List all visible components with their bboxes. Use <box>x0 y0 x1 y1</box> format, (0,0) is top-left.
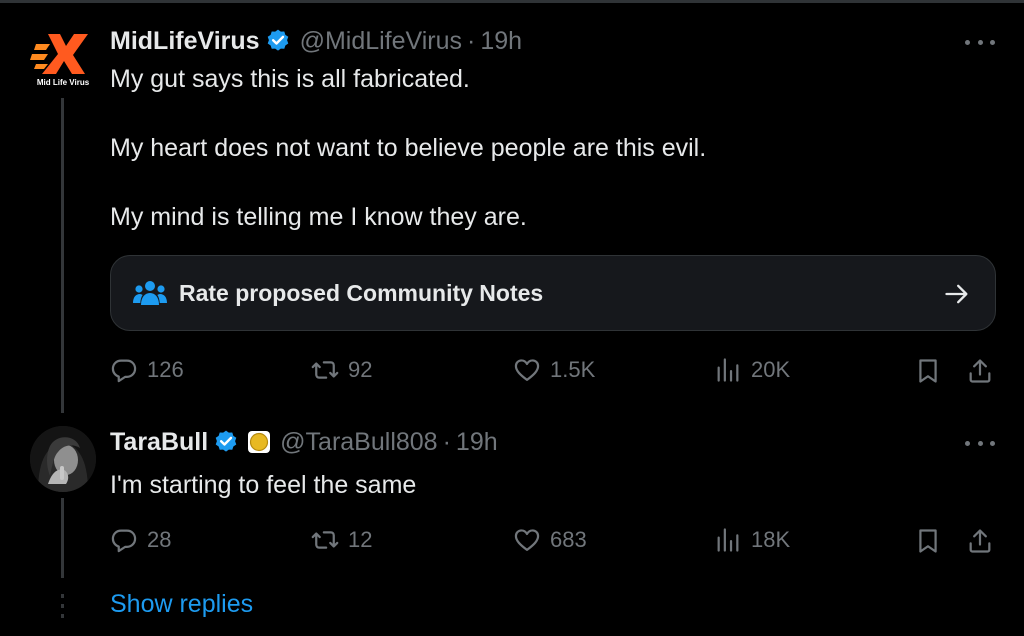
tweet-header: MidLifeVirus @MidLifeVirus · 19h <box>110 24 522 58</box>
thread-dot <box>61 594 64 598</box>
verified-badge-icon[interactable] <box>265 28 291 54</box>
community-notes-icon <box>133 281 167 305</box>
like-icon <box>514 359 540 382</box>
tweet-text-line: My heart does not want to believe people… <box>110 134 707 162</box>
avatar-logo-text: Mid Life Virus <box>37 78 90 87</box>
avatar-photo <box>30 426 96 492</box>
reply-button[interactable]: 28 <box>110 526 171 554</box>
thread-dot <box>61 614 64 618</box>
tweet-text-line: I'm starting to feel the same <box>110 471 417 499</box>
show-replies-link[interactable]: Show replies <box>110 590 253 619</box>
views-button[interactable]: 18K <box>714 526 790 554</box>
timestamp[interactable]: 19h <box>480 27 522 56</box>
repost-count: 92 <box>348 357 373 382</box>
affiliate-coin-icon[interactable] <box>247 430 271 454</box>
timestamp[interactable]: 19h <box>456 428 498 457</box>
reply-count: 28 <box>147 527 172 552</box>
repost-icon <box>311 531 339 549</box>
views-button[interactable]: 20K <box>714 356 790 384</box>
like-icon <box>514 529 540 552</box>
tweet-text-line: My gut says this is all fabricated. <box>110 65 470 93</box>
reply-icon <box>111 359 137 383</box>
repost-count: 12 <box>348 527 373 552</box>
tweet-text-line: My mind is telling me I know they are. <box>110 203 527 231</box>
separator: · <box>467 26 476 55</box>
views-icon <box>717 358 739 382</box>
views-icon <box>717 528 739 552</box>
top-divider <box>0 0 1024 3</box>
like-button[interactable]: 1.5K <box>513 356 595 384</box>
author-avatar[interactable]: Mid Life Virus <box>30 28 96 94</box>
bookmark-icon[interactable] <box>914 527 942 555</box>
author-handle[interactable]: @TaraBull808 <box>280 428 437 457</box>
midlifevirus-logo-icon: Mid Life Virus <box>30 34 90 87</box>
reply-count: 126 <box>147 357 184 382</box>
separator: · <box>442 427 451 456</box>
more-icon[interactable] <box>965 433 995 453</box>
like-count: 1.5K <box>550 357 596 382</box>
repost-icon <box>311 361 339 379</box>
repost-button[interactable]: 92 <box>311 356 372 384</box>
thread-dot <box>61 604 64 608</box>
verified-badge-icon[interactable] <box>213 429 239 455</box>
repost-button[interactable]: 12 <box>311 526 372 554</box>
author-name[interactable]: MidLifeVirus <box>110 27 260 56</box>
like-button[interactable]: 683 <box>513 526 587 554</box>
community-notes-button[interactable]: Rate proposed Community Notes <box>110 255 996 331</box>
thread-connector-line-2 <box>61 498 64 578</box>
reply-icon <box>111 529 137 553</box>
more-icon[interactable] <box>965 32 995 52</box>
share-icon[interactable] <box>966 527 994 555</box>
bookmark-icon[interactable] <box>914 357 942 385</box>
views-count: 18K <box>751 527 791 552</box>
views-count: 20K <box>751 357 791 382</box>
author-avatar[interactable] <box>30 426 96 492</box>
community-notes-label: Rate proposed Community Notes <box>179 279 544 306</box>
author-handle[interactable]: @MidLifeVirus <box>300 27 462 56</box>
share-icon[interactable] <box>966 357 994 385</box>
reply-button[interactable]: 126 <box>110 356 184 384</box>
arrow-right-icon <box>945 284 968 304</box>
thread-connector-line <box>61 98 64 413</box>
author-name[interactable]: TaraBull <box>110 428 208 457</box>
like-count: 683 <box>550 527 587 552</box>
tweet-header: TaraBull @TaraBull808 · 19h <box>110 425 498 459</box>
